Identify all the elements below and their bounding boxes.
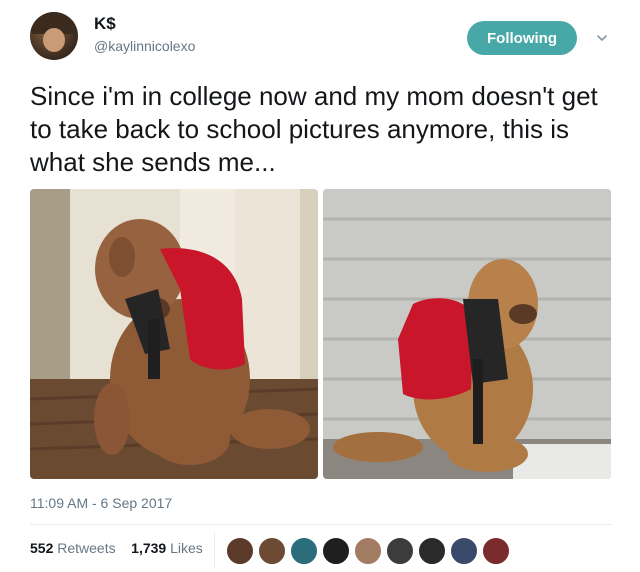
liker-avatar[interactable] <box>225 536 255 566</box>
liker-avatar[interactable] <box>289 536 319 566</box>
likes-stat[interactable]: 1,739 Likes <box>131 540 203 556</box>
user-avatar[interactable] <box>30 12 78 60</box>
liker-avatar[interactable] <box>385 536 415 566</box>
liker-avatar[interactable] <box>481 536 511 566</box>
liker-avatar[interactable] <box>353 536 383 566</box>
display-name[interactable]: K$ <box>94 14 116 34</box>
dog-photo-outdoor <box>323 189 611 479</box>
tweet-text: Since i'm in college now and my mom does… <box>30 81 598 177</box>
engagement-stats: 552 Retweets 1,739 Likes <box>30 540 203 556</box>
retweets-count: 552 <box>30 540 54 556</box>
following-button[interactable]: Following <box>467 21 577 55</box>
chevron-down-icon[interactable] <box>596 32 608 44</box>
likes-label: Likes <box>170 540 203 556</box>
liker-avatar[interactable] <box>449 536 479 566</box>
retweets-stat[interactable]: 552 Retweets <box>30 540 120 556</box>
likes-count: 1,739 <box>131 540 167 556</box>
user-handle[interactable]: @kaylinnicolexo <box>94 38 195 54</box>
liker-avatar[interactable] <box>321 536 351 566</box>
liker-avatar[interactable] <box>257 536 287 566</box>
liker-avatar[interactable] <box>417 536 447 566</box>
dog-photo-indoor <box>30 189 318 479</box>
tweet-timestamp[interactable]: 11:09 AM - 6 Sep 2017 <box>30 495 172 511</box>
divider <box>30 524 612 525</box>
stats-separator <box>214 532 215 568</box>
tweet-photo-1[interactable] <box>30 189 318 479</box>
avatar-face <box>43 28 65 52</box>
retweets-label: Retweets <box>57 540 116 556</box>
tweet-photo-2[interactable] <box>323 189 611 479</box>
